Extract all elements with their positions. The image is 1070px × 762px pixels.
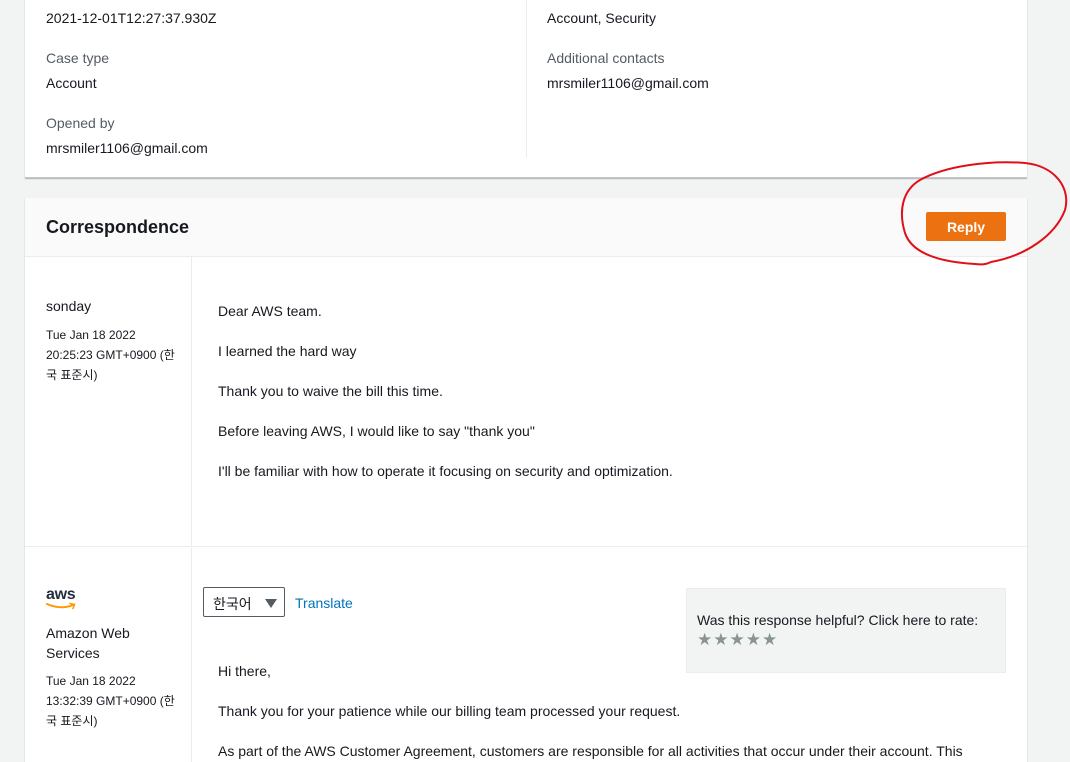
aws-smile-icon (46, 602, 76, 610)
message-author-line: Amazon Web (46, 625, 130, 641)
additional-contacts-value: mrsmiler1106@gmail.com (547, 75, 709, 91)
message-sidebar: sonday Tue Jan 18 2022 20:25:23 GMT+0900… (25, 257, 192, 546)
message-body-line: Dear AWS team. (218, 303, 322, 319)
message-date-line: 국 표준시) (46, 368, 98, 382)
message-item: sonday Tue Jan 18 2022 20:25:23 GMT+0900… (25, 257, 1027, 547)
case-details-card: 2021-12-01T12:27:37.930Z Case type Accou… (25, 0, 1027, 178)
message-author-line: Services (46, 645, 100, 661)
star-icon[interactable]: ★ (746, 631, 761, 649)
message-item: aws Amazon Web Services Tue Jan 18 2022 … (25, 548, 1027, 762)
message-sidebar: aws Amazon Web Services Tue Jan 18 2022 … (25, 548, 192, 762)
correspondence-card: Correspondence Reply sonday Tue Jan 18 2… (25, 198, 1027, 762)
message-date: Tue Jan 18 2022 20:25:23 GMT+0900 (한 국 표… (46, 325, 186, 385)
reply-button[interactable]: Reply (926, 212, 1006, 241)
message-body-line: I'll be familiar with how to operate it … (218, 463, 673, 479)
support-case-page: 2021-12-01T12:27:37.930Z Case type Accou… (0, 0, 1070, 762)
aws-logo-icon: aws (46, 586, 78, 612)
star-icon[interactable]: ★ (730, 631, 745, 649)
star-icon[interactable]: ★ (697, 631, 712, 649)
additional-contacts-label: Additional contacts (547, 50, 665, 66)
correspondence-title: Correspondence (46, 217, 190, 237)
message-date-line: Tue Jan 18 2022 (46, 328, 136, 342)
created-value: 2021-12-01T12:27:37.930Z (46, 10, 217, 26)
message-author: Amazon Web Services (46, 623, 130, 663)
category-value: Account, Security (547, 10, 656, 26)
message-date: Tue Jan 18 2022 13:32:39 GMT+0900 (한 국 표… (46, 671, 186, 731)
message-date-line: Tue Jan 18 2022 (46, 674, 136, 688)
message-author: sonday (46, 298, 92, 314)
correspondence-header: Correspondence Reply (25, 198, 1027, 257)
column-divider (526, 0, 527, 158)
message-body-line: As part of the AWS Customer Agreement, c… (218, 743, 963, 759)
rating-prompt[interactable]: Was this response helpful? Click here to… (697, 612, 978, 628)
case-type-label: Case type (46, 50, 110, 66)
rating-box: Was this response helpful? Click here to… (686, 588, 1006, 673)
message-date-line: 국 표준시) (46, 714, 98, 728)
message-body-line: I learned the hard way (218, 343, 357, 359)
message-body-line: Thank you to waive the bill this time. (218, 383, 443, 399)
language-select-value: 한국어 (213, 596, 252, 612)
language-select[interactable]: 한국어 (203, 587, 285, 617)
star-icon[interactable]: ★ (713, 631, 728, 649)
message-body-line: Hi there, (218, 663, 271, 679)
star-icon[interactable]: ★ (762, 631, 777, 649)
message-body-line: Thank you for your patience while our bi… (218, 703, 681, 719)
opened-by-value: mrsmiler1106@gmail.com (46, 140, 208, 156)
message-date-line: 20:25:23 GMT+0900 (한 (46, 348, 175, 362)
opened-by-label: Opened by (46, 115, 115, 131)
rating-stars: ★★★★★ (697, 631, 778, 649)
caret-down-icon (265, 599, 277, 608)
message-body-line: Before leaving AWS, I would like to say … (218, 423, 535, 439)
message-date-line: 13:32:39 GMT+0900 (한 (46, 694, 175, 708)
case-type-value: Account (46, 75, 97, 91)
translate-link[interactable]: Translate (295, 595, 353, 611)
